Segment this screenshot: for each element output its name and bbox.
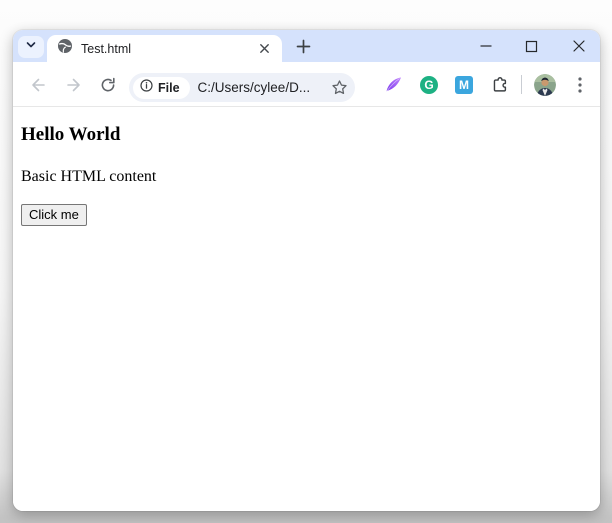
- mail-icon: M: [459, 78, 469, 92]
- page-heading: Hello World: [21, 125, 592, 146]
- maximize-icon: [525, 40, 538, 53]
- feather-extension-button[interactable]: [384, 75, 403, 94]
- reload-button[interactable]: [98, 75, 117, 94]
- back-arrow-icon: [29, 76, 47, 94]
- tab-search-button[interactable]: [18, 36, 44, 58]
- extensions-menu-button[interactable]: [490, 75, 509, 94]
- profile-avatar[interactable]: [534, 74, 556, 96]
- browser-window: Test.html: [13, 30, 600, 511]
- url-text[interactable]: C:/Users/cylee/D...: [198, 80, 331, 95]
- address-bar[interactable]: File C:/Users/cylee/D...: [129, 73, 355, 102]
- click-me-button[interactable]: Click me: [21, 204, 87, 226]
- browser-toolbar: File C:/Users/cylee/D... G M: [13, 62, 600, 107]
- star-icon: [331, 79, 348, 96]
- site-chip-label: File: [158, 81, 180, 95]
- grammarly-extension-button[interactable]: G: [420, 76, 438, 94]
- bookmark-star-button[interactable]: [331, 79, 348, 96]
- page-paragraph: Basic HTML content: [21, 168, 592, 186]
- puzzle-piece-icon: [490, 75, 509, 95]
- mail-extension-button[interactable]: M: [455, 76, 473, 94]
- tab-title: Test.html: [81, 42, 256, 56]
- site-info-chip[interactable]: File: [133, 77, 190, 99]
- chevron-down-icon: [25, 38, 37, 56]
- window-close-button[interactable]: [564, 30, 594, 62]
- minimize-icon: [479, 39, 493, 53]
- window-close-icon: [572, 39, 586, 53]
- toolbar-right-group: G M: [384, 62, 587, 107]
- new-tab-button[interactable]: [294, 37, 313, 56]
- back-button[interactable]: [28, 75, 47, 94]
- active-tab[interactable]: Test.html: [47, 35, 282, 62]
- avatar-image: [534, 74, 556, 96]
- toolbar-divider: [521, 75, 522, 94]
- reload-icon: [99, 76, 117, 94]
- plus-icon: [296, 39, 311, 54]
- minimize-button[interactable]: [471, 30, 501, 62]
- kebab-menu-icon: [578, 77, 582, 93]
- page-content: Hello World Basic HTML content Click me: [13, 108, 600, 511]
- grammarly-icon: G: [424, 78, 433, 92]
- globe-favicon-icon: [57, 38, 73, 59]
- feather-icon: [384, 75, 403, 94]
- browser-menu-button[interactable]: [573, 75, 587, 94]
- info-icon: [140, 79, 153, 97]
- forward-button[interactable]: [64, 75, 83, 94]
- tab-strip: Test.html: [13, 30, 600, 62]
- tab-close-icon[interactable]: [256, 40, 273, 57]
- maximize-button[interactable]: [516, 30, 546, 62]
- forward-arrow-icon: [65, 76, 83, 94]
